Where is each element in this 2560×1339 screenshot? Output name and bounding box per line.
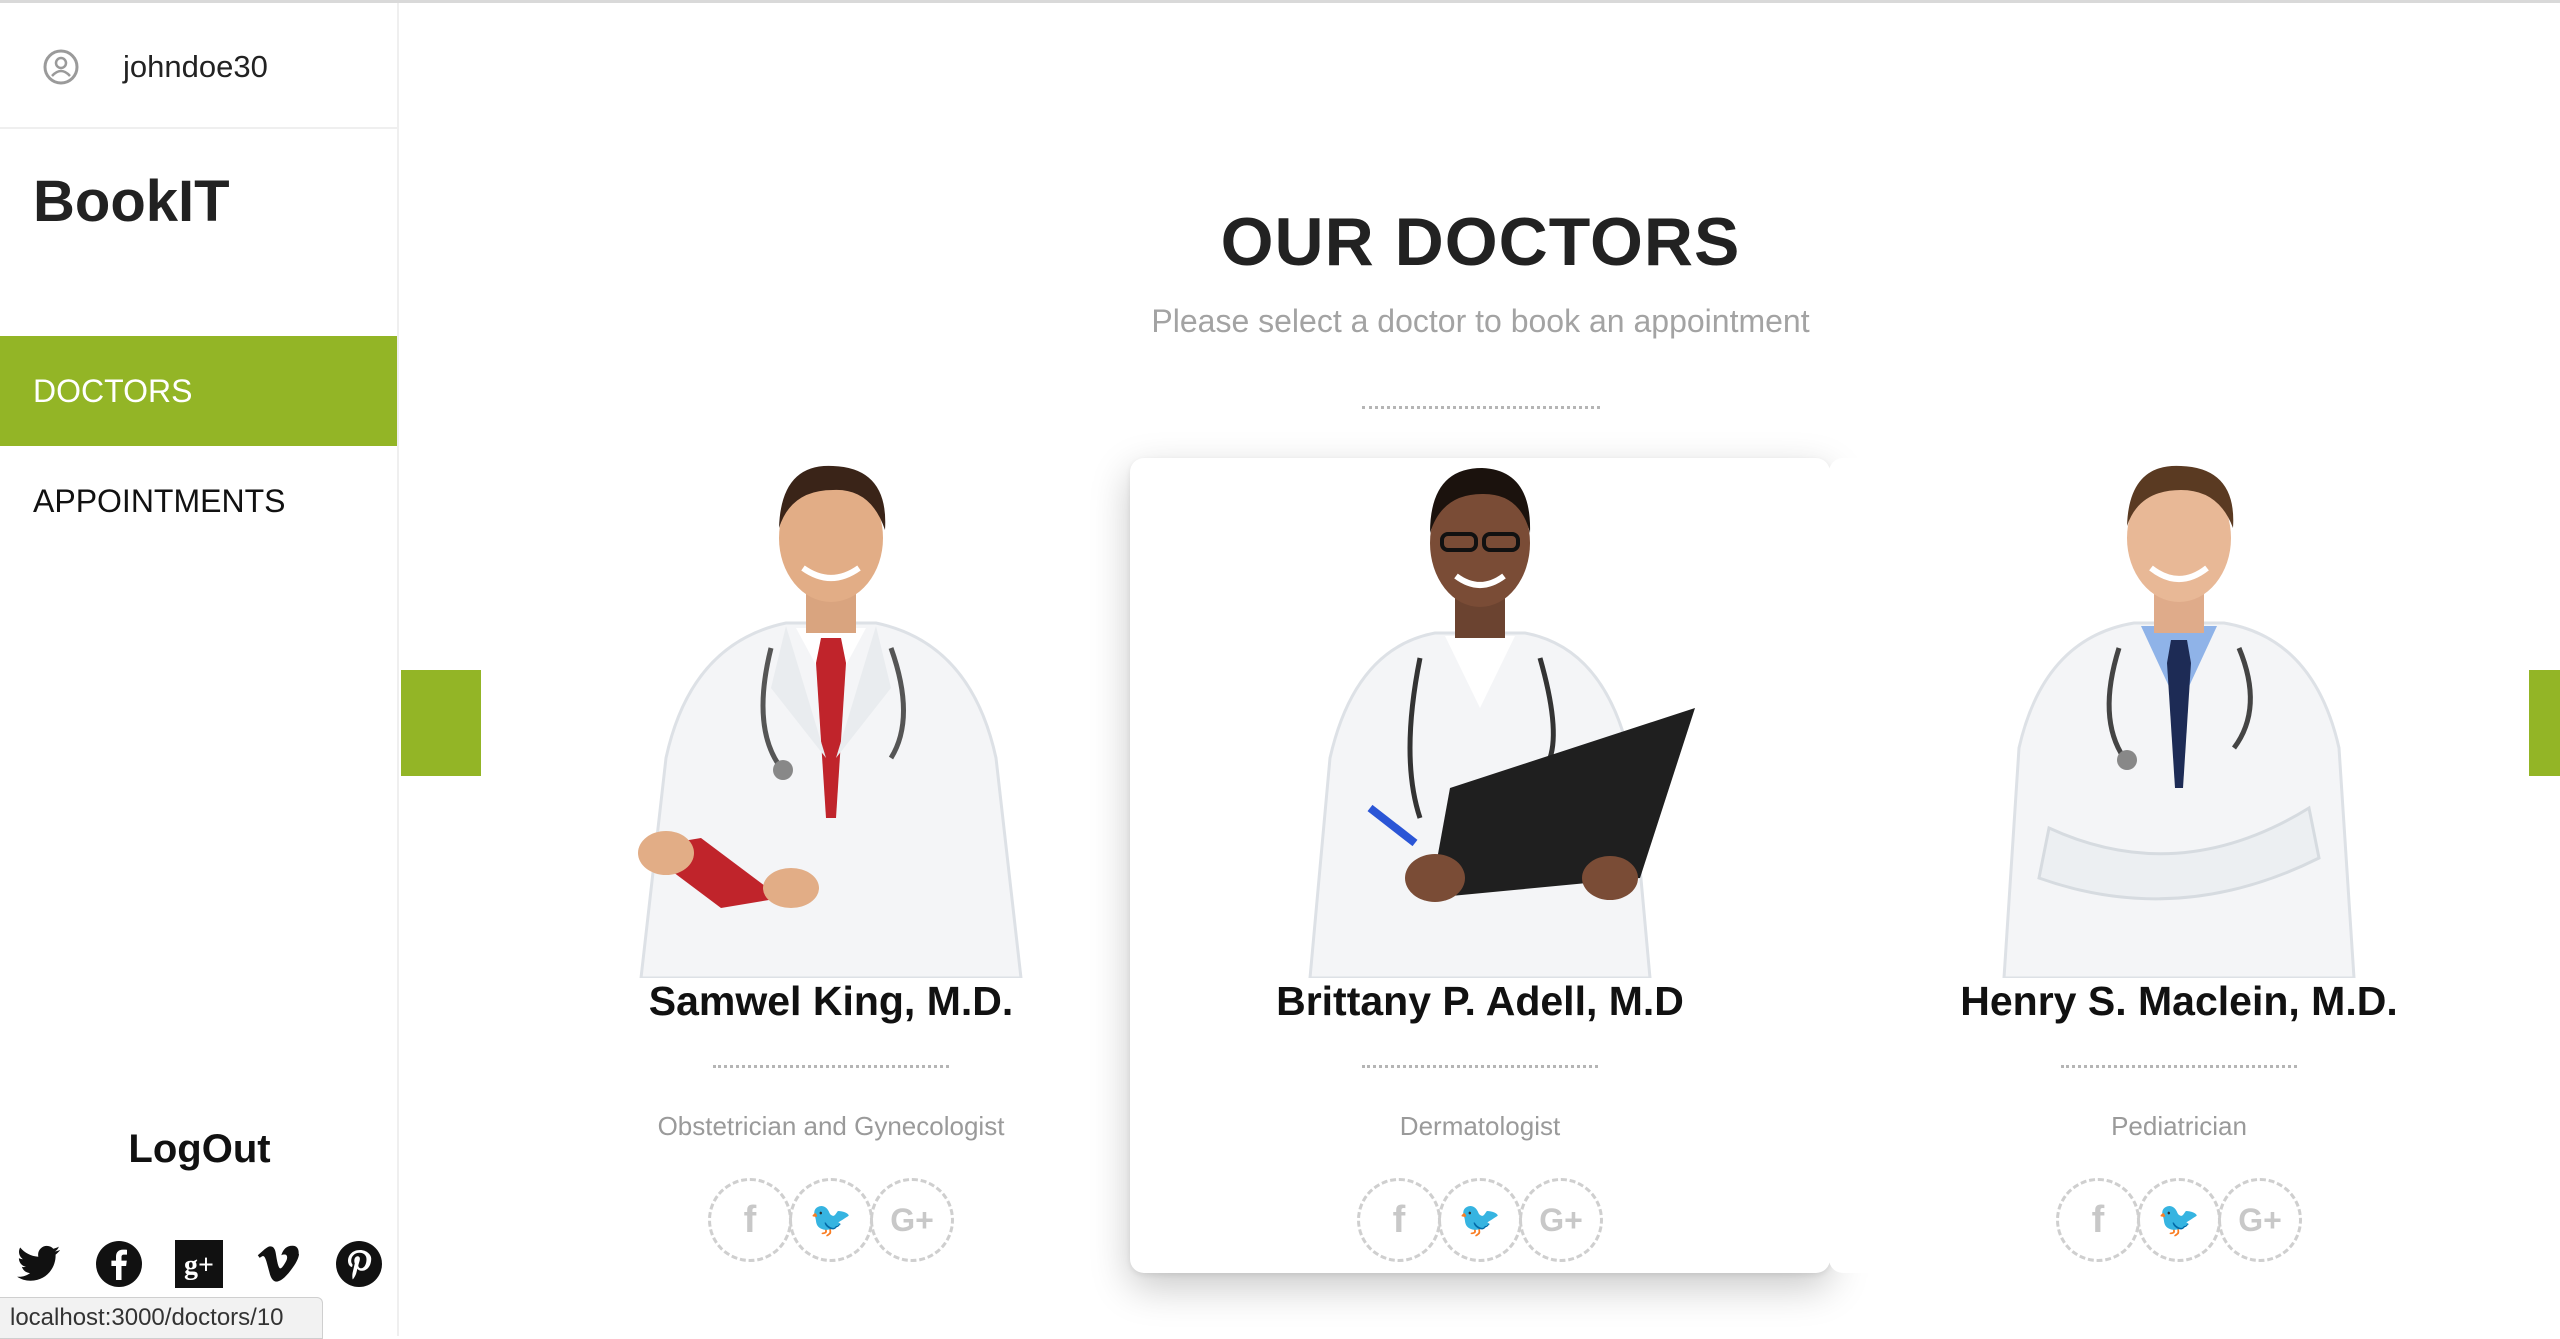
twitter-icon[interactable]: 🐦 xyxy=(1438,1178,1522,1262)
twitter-icon[interactable]: 🐦 xyxy=(789,1178,873,1262)
facebook-icon[interactable] xyxy=(94,1239,144,1289)
google-plus-icon[interactable]: G+ xyxy=(870,1178,954,1262)
doctor-name: Henry S. Maclein, M.D. xyxy=(1960,978,2398,1024)
browser-status-url: localhost:3000/doctors/10 xyxy=(0,1297,323,1339)
doctor-specialty: Obstetrician and Gynecologist xyxy=(657,1111,1005,1141)
title-divider xyxy=(1362,406,1600,410)
page-subtitle: Please select a doctor to book an appoin… xyxy=(1151,303,1810,339)
main-content: OUR DOCTORS Please select a doctor to bo… xyxy=(401,3,2560,1336)
doctor-specialty: Pediatrician xyxy=(2111,1111,2247,1141)
vimeo-icon[interactable] xyxy=(254,1239,304,1289)
twitter-icon[interactable] xyxy=(14,1239,64,1289)
name-divider xyxy=(2061,1065,2297,1069)
name-divider xyxy=(713,1065,949,1069)
doctor-card[interactable]: Samwel King, M.D. Obstetrician and Gynec… xyxy=(481,458,1181,1273)
sidebar-social-links: g+ xyxy=(14,1239,394,1289)
doctor-social-links: f 🐦 G+ xyxy=(1130,1178,1830,1262)
google-plus-icon[interactable]: G+ xyxy=(2218,1178,2302,1262)
brand-logo[interactable]: BookIT xyxy=(33,168,230,235)
facebook-icon[interactable]: f xyxy=(708,1178,792,1262)
username: johndoe30 xyxy=(123,49,268,84)
user-row: johndoe30 xyxy=(0,3,399,129)
svg-text:g+: g+ xyxy=(184,1250,214,1281)
doctor-card-featured[interactable]: Brittany P. Adell, M.D Dermatologist f 🐦… xyxy=(1130,458,1830,1273)
pinterest-icon[interactable] xyxy=(334,1239,384,1289)
nav-item-appointments[interactable]: APPOINTMENTS xyxy=(0,446,397,556)
name-divider xyxy=(1362,1065,1598,1069)
doctor-name: Brittany P. Adell, M.D xyxy=(1276,978,1684,1024)
page-title: OUR DOCTORS xyxy=(1220,204,1741,280)
doctor-name: Samwel King, M.D. xyxy=(648,978,1014,1024)
doctor-specialty: Dermatologist xyxy=(1399,1111,1561,1141)
facebook-icon[interactable]: f xyxy=(2056,1178,2140,1262)
google-plus-icon[interactable]: g+ xyxy=(174,1239,224,1289)
user-avatar-icon[interactable] xyxy=(42,48,80,86)
doctor-social-links: f 🐦 G+ xyxy=(481,1178,1181,1262)
twitter-icon[interactable]: 🐦 xyxy=(2137,1178,2221,1262)
doctor-photo xyxy=(638,465,1023,978)
doctor-card[interactable]: Henry S. Maclein, M.D. Pediatrician f 🐦 … xyxy=(1829,458,2529,1273)
logout-button[interactable]: LogOut xyxy=(0,1127,399,1172)
sidebar: johndoe30 BookIT DOCTORS APPOINTMENTS Lo… xyxy=(0,3,399,1339)
google-plus-icon[interactable]: G+ xyxy=(1519,1178,1603,1262)
doctor-photo xyxy=(1308,468,1695,978)
doctor-social-links: f 🐦 G+ xyxy=(1829,1178,2529,1262)
facebook-icon[interactable]: f xyxy=(1357,1178,1441,1262)
nav-item-doctors[interactable]: DOCTORS xyxy=(0,336,397,446)
doctor-photo xyxy=(2002,465,2356,978)
